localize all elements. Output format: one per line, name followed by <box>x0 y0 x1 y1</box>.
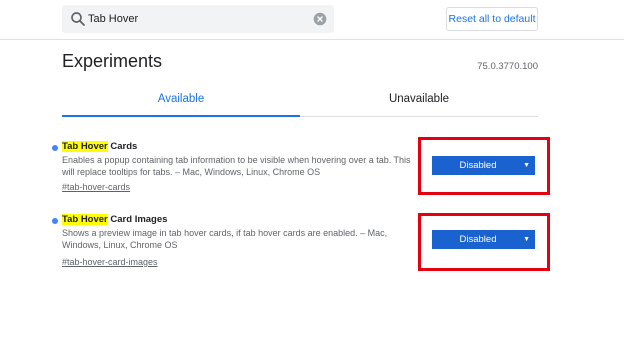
tab-bar: Available Unavailable <box>62 84 538 117</box>
search-input[interactable] <box>88 9 300 29</box>
experiment-name: Tab Hover Card Images <box>62 213 167 227</box>
experiment-permalink[interactable]: #tab-hover-cards <box>62 181 130 193</box>
search-match-highlight: Tab Hover <box>62 141 108 152</box>
tab-unavailable[interactable]: Unavailable <box>300 84 538 116</box>
experiment-name-rest: Card Images <box>107 214 168 225</box>
experiment-state-select[interactable]: Disabled ▼ <box>432 156 535 175</box>
search-match-highlight: Tab Hover <box>62 214 108 225</box>
status-dot <box>52 145 58 151</box>
select-value: Disabled <box>459 160 497 171</box>
search-icon <box>71 12 85 26</box>
header-bar: Reset all to default <box>0 0 624 40</box>
experiment-description: Shows a preview image in tab hover cards… <box>62 228 388 250</box>
dropdown-arrow-icon: ▼ <box>523 162 530 169</box>
experiment-permalink[interactable]: #tab-hover-card-images <box>62 256 158 268</box>
experiment-description: Enables a popup containing tab informati… <box>62 155 411 177</box>
experiment-state-select[interactable]: Disabled ▼ <box>432 230 535 249</box>
clear-icon[interactable] <box>313 12 327 26</box>
search-box[interactable] <box>62 5 334 33</box>
version-label: 75.0.3770.100 <box>477 61 538 72</box>
tab-available[interactable]: Available <box>62 84 300 117</box>
select-value: Disabled <box>459 234 497 245</box>
reset-all-button[interactable]: Reset all to default <box>446 7 538 31</box>
status-dot <box>52 218 58 224</box>
experiment-name: Tab Hover Cards <box>62 140 137 154</box>
flags-page: Reset all to default Experiments 75.0.37… <box>0 0 624 351</box>
page-title: Experiments <box>62 51 163 71</box>
experiment-name-rest: Cards <box>107 141 138 152</box>
dropdown-arrow-icon: ▼ <box>523 236 530 243</box>
